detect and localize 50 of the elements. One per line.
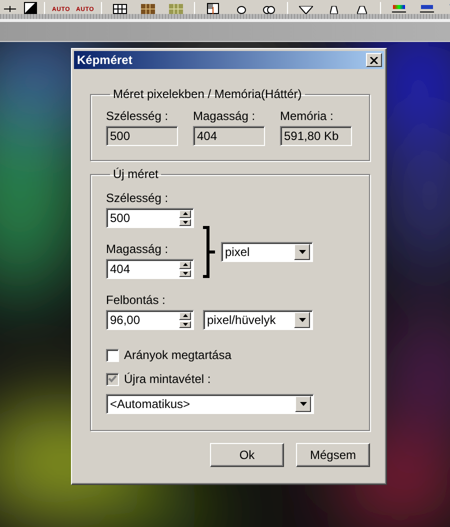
cancel-button[interactable]: Mégsem <box>296 443 370 467</box>
field-label: Magasság : <box>193 109 256 123</box>
dropdown-button[interactable] <box>294 244 310 260</box>
resolution-spin-field[interactable]: 96,00 <box>106 310 194 330</box>
field-label: Memória : <box>280 109 334 123</box>
readonly-field: 404 <box>193 126 265 146</box>
group-title: Méret pixelekben / Memória(Háttér) <box>112 87 303 101</box>
caret-icon <box>298 250 306 254</box>
readonly-field: 591,80 Kb <box>280 126 352 146</box>
grid-icon[interactable] <box>113 4 127 14</box>
group-title: Új méret <box>112 167 160 181</box>
down-arrow-icon <box>182 322 188 326</box>
close-icon <box>370 56 378 64</box>
field-label: Magasság : <box>106 242 170 256</box>
spin-up-button[interactable] <box>179 261 191 268</box>
up-arrow-icon <box>182 314 188 318</box>
caret-icon <box>300 402 306 406</box>
spin-down-button[interactable] <box>179 270 191 277</box>
contrast-icon[interactable] <box>24 2 36 14</box>
dropdown-button[interactable] <box>295 396 311 412</box>
readonly-field: 500 <box>106 126 178 146</box>
field-label: Felbontás : <box>106 293 166 307</box>
dropdown-button[interactable] <box>294 312 310 328</box>
resolution-unit-dropdown[interactable]: pixel/hüvelyk <box>203 310 313 330</box>
caret-icon <box>298 318 306 322</box>
up-arrow-icon <box>182 263 188 266</box>
down-arrow-icon <box>182 220 188 224</box>
field-label: Szélesség : <box>106 109 170 123</box>
dialog-title: Képméret <box>77 53 132 67</box>
spin-down-button[interactable] <box>179 320 191 328</box>
checkbox[interactable] <box>106 348 119 362</box>
height-spin-field[interactable]: 404 <box>106 259 194 279</box>
resample-dropdown[interactable]: <Automatikus> <box>106 394 314 414</box>
field-label: Szélesség : <box>106 191 170 205</box>
spin-up-button[interactable] <box>179 210 191 218</box>
checkbox-label: Arányok megtartása <box>124 348 232 362</box>
width-spin-field[interactable]: 500 <box>106 208 194 228</box>
link-bracket-icon <box>203 226 215 278</box>
unit-dropdown[interactable]: pixel <box>221 242 313 262</box>
checkbox-label: Újra mintavétel : <box>124 372 211 386</box>
check-icon <box>108 375 117 383</box>
down-arrow-icon <box>182 272 188 275</box>
line-icon[interactable] <box>4 4 16 14</box>
triangle-icon[interactable] <box>299 6 313 14</box>
spin-down-button[interactable] <box>179 218 191 226</box>
ok-button[interactable]: Ok <box>210 443 284 467</box>
up-arrow-icon <box>182 212 188 216</box>
close-button[interactable] <box>366 53 382 67</box>
spin-up-button[interactable] <box>179 312 191 320</box>
document-icon[interactable] <box>207 3 219 14</box>
